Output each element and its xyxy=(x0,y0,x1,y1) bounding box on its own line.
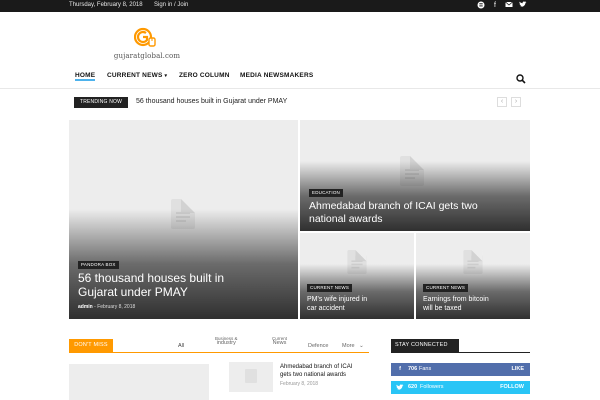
filter-more[interactable]: More ⌄ xyxy=(342,343,364,349)
dont-miss-article-title-line1[interactable]: Ahmedabad branch of ICAI xyxy=(280,363,352,371)
dont-miss-article-title: Ahmedabad branch of ICAI gets two nation… xyxy=(280,363,352,379)
category-badge[interactable]: CURRENT NEWS xyxy=(307,284,353,292)
featured-small-tile-1[interactable]: CURRENT NEWS PM's wife injured in car ac… xyxy=(300,233,414,319)
facebook-fans-row[interactable]: f 706 Fans LIKE xyxy=(391,363,530,376)
facebook-icon[interactable]: f xyxy=(490,1,500,11)
trending-next-button[interactable]: › xyxy=(511,97,521,107)
dont-miss-badge: DON'T MISS xyxy=(69,339,113,352)
stay-connected-badge: STAY CONNECTED xyxy=(391,339,459,352)
category-badge[interactable]: EDUCATION xyxy=(309,189,343,197)
filter-defence[interactable]: Defence xyxy=(308,343,329,349)
featured-small-tile-2[interactable]: CURRENT NEWS Earnings from bitcoin will … xyxy=(416,233,530,319)
blogger-icon[interactable] xyxy=(476,1,486,11)
dont-miss-article-title-line2[interactable]: gets two national awards xyxy=(280,371,352,379)
fans-count: 706 xyxy=(408,366,418,372)
featured-small-title-1: PM's wife injured in car accident xyxy=(307,295,367,313)
featured-small-title-2-line2[interactable]: will be taxed xyxy=(423,304,489,313)
featured-small-title-1-line1[interactable]: PM's wife injured in xyxy=(307,295,367,304)
dont-miss-header: DON'T MISS All Business & industry Curre… xyxy=(69,336,369,353)
search-icon[interactable] xyxy=(516,71,526,84)
nav-home[interactable]: HOME xyxy=(75,72,96,81)
logo-mark xyxy=(134,27,156,47)
dont-miss-article-date: February 8, 2018 xyxy=(280,381,319,387)
featured-top-right-title-line1[interactable]: Ahmedabad branch of ICAI gets two xyxy=(309,200,478,213)
main-nav: HOME CURRENT NEWS ▾ ZERO COLUMN MEDIA NE… xyxy=(69,68,530,86)
follow-button[interactable]: FOLLOW xyxy=(500,381,524,394)
mail-icon[interactable] xyxy=(504,1,514,11)
followers-label: Followers xyxy=(420,384,444,390)
top-bar: Thursday, February 8, 2018 Sign in / Joi… xyxy=(0,0,600,12)
nav-current-news[interactable]: CURRENT NEWS ▾ xyxy=(107,72,167,79)
nav-divider xyxy=(0,88,600,89)
like-button[interactable]: LIKE xyxy=(511,363,524,376)
featured-small-title-1-line2[interactable]: car accident xyxy=(307,304,367,313)
nav-media-newsmakers[interactable]: MEDIA NEWSMAKERS xyxy=(240,72,313,79)
filter-all[interactable]: All xyxy=(178,343,184,349)
twitter-followers-row[interactable]: 620 Followers FOLLOW xyxy=(391,381,530,394)
followers-count: 620 xyxy=(408,384,418,390)
site-logo[interactable]: gujaratglobal.com xyxy=(112,26,182,66)
fans-label: Fans xyxy=(419,366,432,372)
dont-miss-main-thumb[interactable] xyxy=(69,364,209,400)
current-date: Thursday, February 8, 2018 xyxy=(69,2,143,8)
featured-top-right-title-line2[interactable]: national awards xyxy=(309,213,478,226)
category-badge[interactable]: CURRENT NEWS xyxy=(423,284,469,292)
category-badge[interactable]: PANDORA BOX xyxy=(78,261,119,269)
author-link[interactable]: admin xyxy=(78,304,93,310)
chevron-down-icon: ⌄ xyxy=(359,343,364,349)
logo-text: gujaratglobal.com xyxy=(113,52,181,60)
twitter-icon xyxy=(395,381,405,397)
meta-separator: - xyxy=(94,304,96,310)
nav-current-news-label: CURRENT NEWS xyxy=(107,72,163,79)
trending-badge: TRENDING NOW xyxy=(74,97,128,108)
featured-top-right-title: Ahmedabad branch of ICAI gets two nation… xyxy=(309,200,478,226)
featured-main-tile[interactable]: PANDORA BOX 56 thousand houses built in … xyxy=(69,120,298,319)
filter-business-industry[interactable]: Business & industry xyxy=(215,336,238,346)
featured-small-title-2-line1[interactable]: Earnings from bitcoin xyxy=(423,295,489,304)
featured-main-title-line1[interactable]: 56 thousand houses built in xyxy=(78,271,224,285)
sign-in-link[interactable]: Sign in / Join xyxy=(154,2,188,8)
filter-current-news[interactable]: Current News xyxy=(272,336,287,346)
filter-current-line2: News xyxy=(272,340,287,346)
trending-prev-button[interactable]: ‹ xyxy=(497,97,507,107)
facebook-icon: f xyxy=(399,366,401,372)
filter-business-line2: industry xyxy=(216,340,236,346)
featured-top-right-tile[interactable]: EDUCATION Ahmedabad branch of ICAI gets … xyxy=(300,120,530,231)
featured-main-title-line2[interactable]: Gujarat under PMAY xyxy=(78,285,224,299)
dont-miss-small-thumb[interactable] xyxy=(229,362,273,392)
post-meta: admin - February 8, 2018 xyxy=(78,304,135,310)
trending-title[interactable]: 56 thousand houses built in Gujarat unde… xyxy=(136,98,287,105)
image-placeholder-icon xyxy=(245,369,257,383)
stay-connected-header: STAY CONNECTED xyxy=(391,339,530,353)
featured-main-title: 56 thousand houses built in Gujarat unde… xyxy=(78,271,224,299)
filter-more-label: More xyxy=(342,343,355,349)
twitter-icon[interactable] xyxy=(518,1,528,11)
featured-small-title-2: Earnings from bitcoin will be taxed xyxy=(423,295,489,313)
chevron-down-icon: ▾ xyxy=(164,73,168,79)
post-date: February 8, 2018 xyxy=(97,304,136,310)
nav-zero-column[interactable]: ZERO COLUMN xyxy=(179,72,230,79)
